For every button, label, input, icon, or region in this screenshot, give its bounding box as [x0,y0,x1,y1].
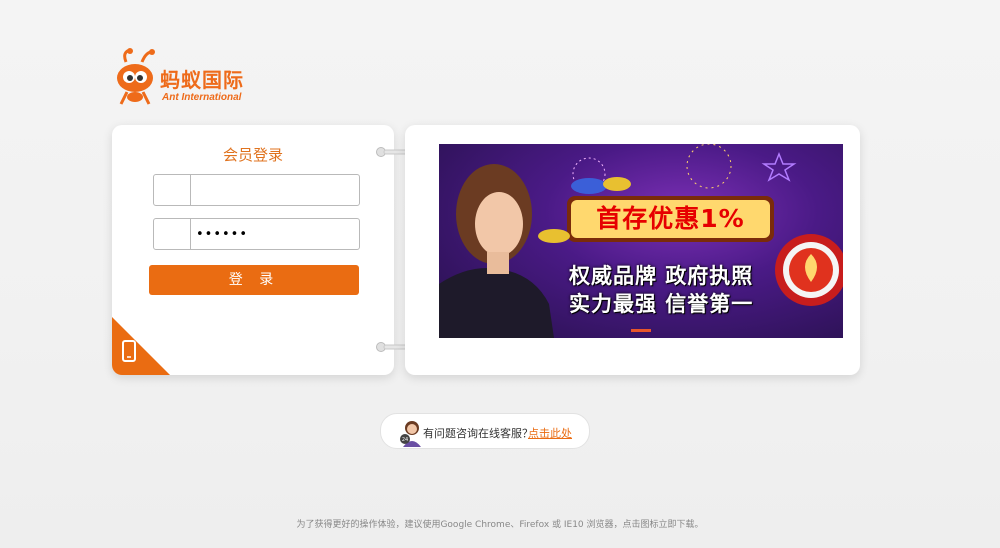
password-input[interactable] [196,224,351,244]
mobile-download[interactable] [112,317,170,375]
ant-logo-icon [117,48,155,105]
support-agent-icon: 24 [400,421,421,447]
banner-headline: 首存优惠1% [596,204,745,233]
login-card: 会员登录 登 录 [112,125,394,375]
support-badge: 24 [402,437,408,443]
password-field[interactable] [153,218,360,250]
user-icon [154,175,191,205]
slider-indicator[interactable] [631,329,651,332]
brand-name-en: Ant International [162,92,242,103]
banner-slogan-line1: 权威品牌 政府执照 [569,264,754,288]
login-button[interactable]: 登 录 [149,265,359,295]
banner-slogan-line2: 实力最强 信誉第一 [569,292,754,316]
help-link[interactable]: 点击此处 [528,425,572,441]
promo-banner[interactable]: 首存优惠1% 权威品牌 政府执照 实力最强 信誉第一 [439,144,843,338]
customer-service-pill: 24 有问题咨询在线客服？ 点击此处 [380,413,590,449]
lock-icon [154,219,191,249]
login-title: 会员登录 [222,146,283,164]
username-field[interactable] [153,174,360,206]
browser-tip: 为了获得更好的操作体验，建议使用Google Chrome、Firefox 或 … [296,520,704,530]
brand-logo[interactable]: 蚂蚁国际 Ant International [112,48,252,110]
help-text: 有问题咨询在线客服？ [423,427,533,440]
brand-name-cn: 蚂蚁国际 [160,68,244,92]
username-input[interactable] [196,180,351,200]
banner-card: 首存优惠1% 权威品牌 政府执照 实力最强 信誉第一 [405,125,860,375]
